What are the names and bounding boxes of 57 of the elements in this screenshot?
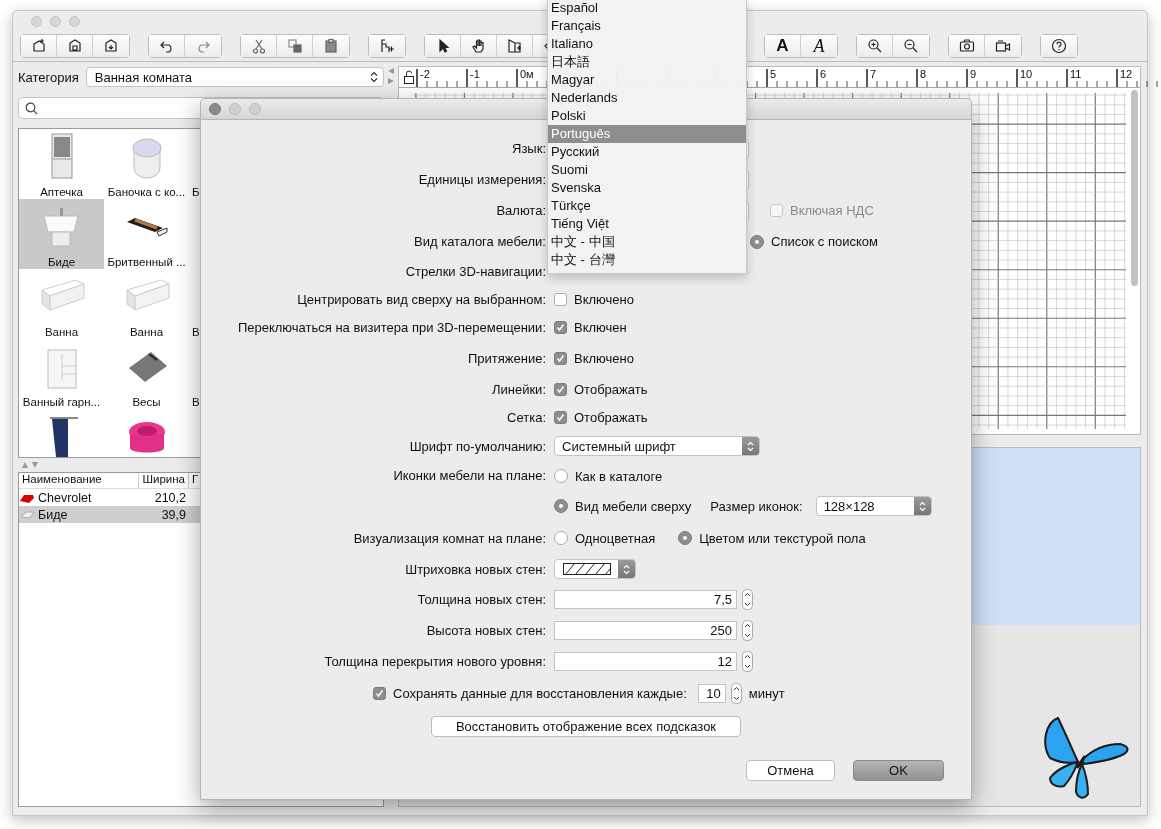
radio-label: Список с поиском xyxy=(771,234,878,249)
setting-label: Единицы измерения: xyxy=(418,172,546,187)
radio-label: Вид мебели сверху xyxy=(575,498,692,514)
catalog-item-label: Биде xyxy=(47,256,76,268)
checkbox-label: Включено xyxy=(574,350,634,366)
radio-label: Одноцветная xyxy=(575,530,656,546)
setting-label: Стрелки 3D-навигации: xyxy=(405,263,546,279)
setting-label: Сетка: xyxy=(507,409,546,425)
ruler-label: 7 xyxy=(870,68,877,80)
unit-label: минут xyxy=(748,685,785,701)
setting-label: Визуализация комнат на плане: xyxy=(353,530,546,546)
catalog-item-label: Весы xyxy=(132,396,161,408)
checkbox-label: Включено xyxy=(574,291,634,307)
ruler-label: 6 xyxy=(820,68,827,80)
checkbox-label: Включен xyxy=(574,319,627,335)
radio-label: Цветом или текстурой пола xyxy=(699,530,866,546)
ruler-label: 12 xyxy=(1120,68,1133,80)
setting-label: Толщина перекрытия нового уровня: xyxy=(324,654,546,669)
setting-label: Притяжение: xyxy=(467,350,546,366)
setting-label: Шрифт по-умолчанию: xyxy=(409,438,546,454)
setting-label: Линейки: xyxy=(491,381,546,397)
setting-label: Валюта: xyxy=(496,203,546,218)
checkbox-label: Сохранять данные для восстановления каждые: xyxy=(393,685,687,701)
catalog-item-label: Ванный гарн... xyxy=(22,396,101,408)
table-cell-text: 210,2 xyxy=(153,489,187,506)
setting-label: Высота новых стен: xyxy=(426,623,546,638)
checkbox-label: Отображать xyxy=(574,409,648,425)
checkbox-label: Включая НДС xyxy=(790,203,874,218)
ruler-label: 10 xyxy=(1020,68,1033,80)
setting-label: Штриховка новых стен: xyxy=(405,561,546,577)
ruler-label: 5 xyxy=(770,68,777,80)
setting-label: Переключаться на визитера при 3D-перемещении: xyxy=(237,319,546,335)
setting-label: Размер иконок: xyxy=(710,498,803,514)
catalog-item-label: Бритвенный ... xyxy=(107,256,186,268)
setting-label: Вид каталога мебели: xyxy=(414,234,546,249)
setting-label: Центрировать вид сверху на выбранном: xyxy=(297,291,546,307)
catalog-item-label: В xyxy=(192,396,200,408)
ruler-label: 0м xyxy=(520,68,534,80)
catalog-item-label: Аптечка xyxy=(40,186,83,198)
setting-label: Толщина новых стен: xyxy=(417,591,546,607)
catalog-item-label: Ванна xyxy=(129,326,164,338)
catalog-item-label: Ванна xyxy=(44,326,79,338)
setting-label: Иконки мебели на плане: xyxy=(393,468,546,483)
table-cell-text: 39,9 xyxy=(160,506,187,523)
setting-label: Язык: xyxy=(512,141,546,156)
table-cell: Биде xyxy=(19,506,139,523)
ruler-label: 9 xyxy=(970,68,977,80)
ruler-label: 8 xyxy=(920,68,927,80)
checkbox-label: Отображать xyxy=(574,381,648,397)
catalog-item-label: Б xyxy=(192,186,200,198)
catalog-item-label: Баночка с ко... xyxy=(107,186,186,198)
radio-label: Как в каталоге xyxy=(575,468,663,484)
ruler-label: -2 xyxy=(420,68,430,80)
category-label: Категория xyxy=(18,69,79,85)
table-cell: Chevrolet xyxy=(19,489,139,506)
ruler-label: -1 xyxy=(470,68,480,80)
ruler-label: 11 xyxy=(1070,68,1082,80)
